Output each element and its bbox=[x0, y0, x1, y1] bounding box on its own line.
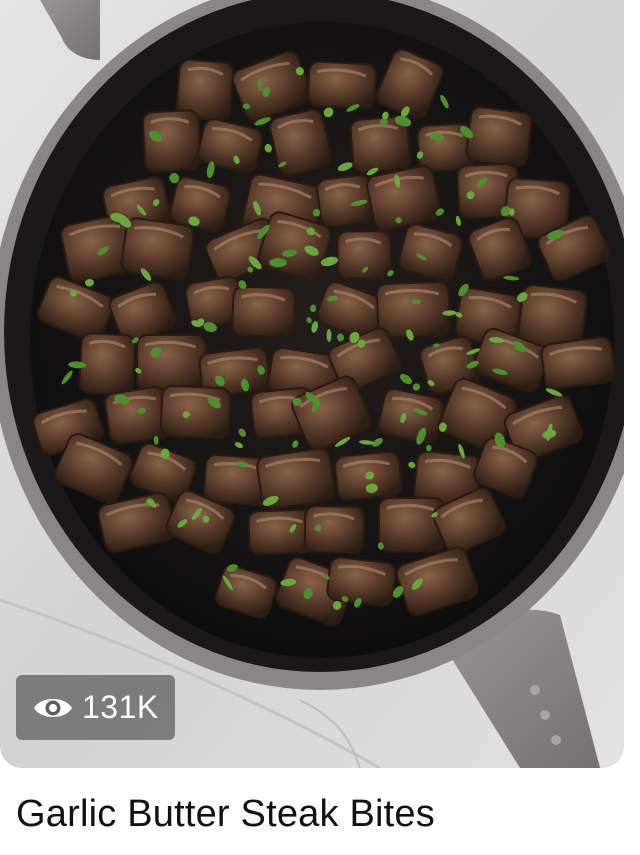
steak-bite bbox=[465, 106, 533, 168]
steak-bite bbox=[141, 109, 202, 173]
views-count: 131K bbox=[82, 689, 159, 725]
steak-bite bbox=[540, 336, 616, 391]
steak-bite bbox=[120, 217, 195, 281]
eye-icon bbox=[34, 698, 72, 717]
views-badge: 131K bbox=[16, 675, 175, 740]
steak-bite bbox=[231, 285, 296, 338]
steak-bite bbox=[303, 505, 366, 555]
steak-bite bbox=[306, 60, 377, 110]
steak-bite bbox=[159, 384, 232, 440]
steak-bites-pan-image bbox=[0, 0, 624, 768]
steak-bite bbox=[375, 280, 452, 340]
steak-bite bbox=[247, 508, 315, 556]
steak-bite bbox=[136, 333, 207, 393]
steak-bite bbox=[268, 108, 333, 176]
recipe-photo[interactable] bbox=[0, 0, 624, 768]
steak-bite bbox=[326, 556, 397, 607]
recipe-title[interactable]: Garlic Butter Steak Bites bbox=[16, 793, 435, 836]
steak-bite bbox=[377, 496, 446, 553]
steak-bite bbox=[78, 332, 137, 396]
recipe-card[interactable]: 131K Garlic Butter Steak Bites bbox=[0, 0, 640, 855]
parsley-leaf bbox=[160, 448, 170, 460]
